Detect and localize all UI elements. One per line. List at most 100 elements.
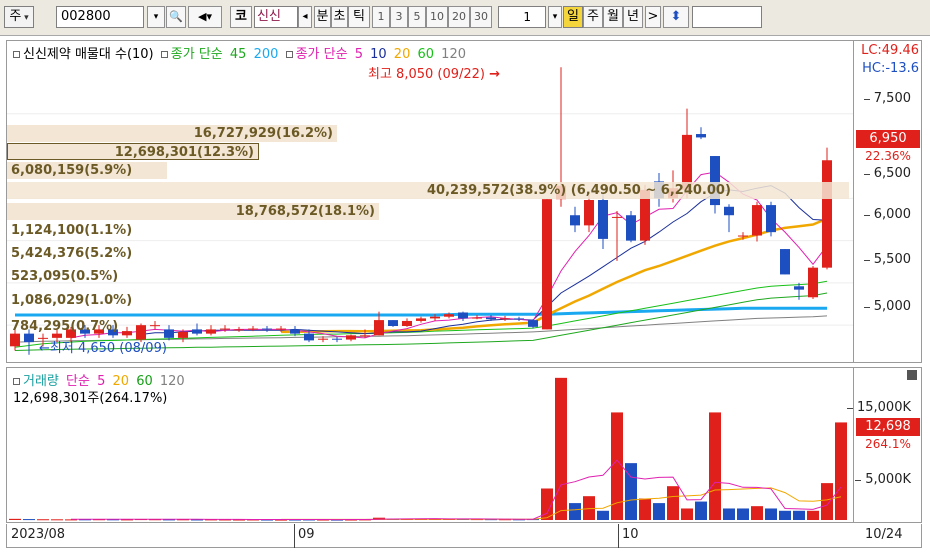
search-button[interactable]: 🔍 — [166, 6, 186, 28]
interval-dropdown[interactable]: ▾ — [548, 6, 562, 28]
market-select[interactable]: 주 ▾ — [4, 6, 34, 28]
candle-body — [220, 328, 230, 330]
period-year[interactable]: 년 — [623, 6, 643, 28]
candle-body — [122, 331, 132, 336]
candle-body — [276, 328, 286, 330]
candle-body — [150, 325, 160, 327]
volume-bar — [681, 508, 693, 520]
candle-body — [290, 329, 300, 334]
interval-3[interactable]: 3 — [390, 6, 408, 28]
second-button[interactable]: 초 — [331, 6, 348, 28]
hc-label: HC:-13.6 — [862, 61, 919, 76]
candle-body — [626, 215, 636, 241]
legend-ma5: 5 — [354, 47, 363, 62]
interval-30[interactable]: 30 — [470, 6, 492, 28]
candle-body — [514, 318, 524, 320]
candle-body — [444, 314, 454, 317]
stock-code-value: 002800 — [61, 9, 111, 24]
candle-body — [10, 333, 20, 347]
candle-body — [500, 318, 510, 320]
x-divider — [618, 524, 619, 548]
volume-profile-label: 6,080,159(5.9%) — [11, 163, 133, 178]
tick-button[interactable]: 틱 — [348, 6, 370, 28]
interval-1[interactable]: 1 — [372, 6, 390, 28]
volume-profile-label: 523,095(0.5%) — [11, 269, 119, 284]
period-label: 주 — [587, 9, 599, 24]
candle-body — [248, 328, 258, 330]
interval-5[interactable]: 5 — [408, 6, 426, 28]
alert-button[interactable]: ◀▾ — [188, 6, 222, 28]
interval-label: 3 — [395, 10, 403, 23]
price-chart[interactable] — [7, 41, 855, 362]
volume-profile-label: 784,295(0.7%) — [11, 319, 119, 334]
scroll-button[interactable]: ⬍ — [663, 6, 689, 28]
candle-body — [360, 335, 370, 337]
candle-body — [402, 320, 412, 327]
candle-body — [738, 235, 748, 237]
volume-bar — [555, 377, 567, 520]
legend-ma120: 120 — [441, 47, 466, 62]
market-label: 주 — [9, 9, 22, 24]
extra-input[interactable] — [692, 6, 762, 28]
candle-body — [192, 329, 202, 334]
candle-body — [584, 200, 594, 226]
volume-bar — [723, 508, 735, 520]
interval-input[interactable]: 1 — [498, 6, 546, 28]
volume-bar — [709, 412, 721, 520]
minute-button[interactable]: 분 — [314, 6, 331, 28]
period-day[interactable]: 일 — [563, 6, 583, 28]
volume-bar — [653, 503, 665, 520]
code-dropdown-button[interactable]: ▾ — [147, 6, 165, 28]
y-tick-label: 15,000K — [846, 400, 911, 415]
x-tick-label: 2023/08 — [11, 527, 66, 542]
volume-bar — [779, 510, 791, 520]
interval-label: 30 — [474, 10, 488, 23]
chevron-down-icon: ▾ — [153, 12, 159, 22]
candle-body — [318, 338, 328, 340]
tick-label: 틱 — [353, 9, 365, 24]
volume-bar — [751, 506, 763, 520]
period-label: 월 — [607, 9, 619, 24]
candle-body — [332, 338, 342, 340]
next-button[interactable]: > — [645, 6, 661, 28]
volume-y-axis[interactable]: 15,000K 5,000K 12,698 264.1% — [846, 368, 921, 522]
x-tick-label: 10 — [622, 527, 639, 542]
interval-label: 1 — [377, 10, 385, 23]
period-week[interactable]: 주 — [583, 6, 603, 28]
legend-square-icon — [285, 51, 293, 58]
candle-body — [262, 328, 272, 330]
high-annotation-text: 최고 8,050 (09/22) — [368, 67, 486, 82]
left-arrow-icon: ◂ — [302, 11, 308, 22]
legend-square-icon — [13, 51, 20, 58]
interval-10[interactable]: 10 — [426, 6, 448, 28]
stock-name-value: 신신 — [257, 9, 281, 24]
left-arrow-icon: ← — [39, 341, 50, 356]
price-panel: 신신제약 매물대 수(10) 종가 단순 45 200 종가 단순 5 10 2… — [6, 40, 922, 363]
code-tag[interactable]: 코 — [230, 6, 252, 28]
high-annotation: 최고 8,050 (09/22) → — [368, 63, 500, 82]
y-tick-label: 6,500 — [863, 166, 911, 181]
legend-square-icon — [160, 51, 168, 58]
interval-20[interactable]: 20 — [448, 6, 470, 28]
volume-bar — [835, 422, 847, 520]
up-down-arrow-icon: ⬍ — [670, 9, 682, 24]
x-divider — [294, 524, 295, 548]
stock-name-field[interactable]: 신신 — [254, 6, 298, 28]
volume-bar — [695, 501, 707, 520]
legend-close2-label: 종가 단순 — [295, 47, 348, 62]
x-axis[interactable]: 2023/08 09 10 10/24 — [6, 524, 922, 548]
speaker-icon: ◀▾ — [198, 10, 212, 23]
legend-ma200: 200 — [253, 47, 279, 62]
price-y-axis[interactable]: LC:49.46 HC:-13.6 7,500 6,500 6,000 5,50… — [853, 41, 921, 362]
period-month[interactable]: 월 — [603, 6, 623, 28]
legend-ma10: 10 — [370, 47, 387, 62]
candle-body — [374, 320, 384, 336]
stock-code-input[interactable]: 002800 — [56, 6, 144, 28]
panel-menu-icon[interactable] — [907, 370, 917, 380]
chevron-down-icon: ▾ — [21, 13, 29, 23]
candle-body — [766, 205, 776, 233]
volume-profile-band: 40,239,572(38.9%) (6,490.50 ~ 6,240.00) — [7, 182, 849, 199]
volume-bar — [821, 483, 833, 520]
prev-button[interactable]: ◂ — [298, 6, 312, 28]
volume-profile-label: 1,124,100(1.1%) — [11, 223, 133, 238]
